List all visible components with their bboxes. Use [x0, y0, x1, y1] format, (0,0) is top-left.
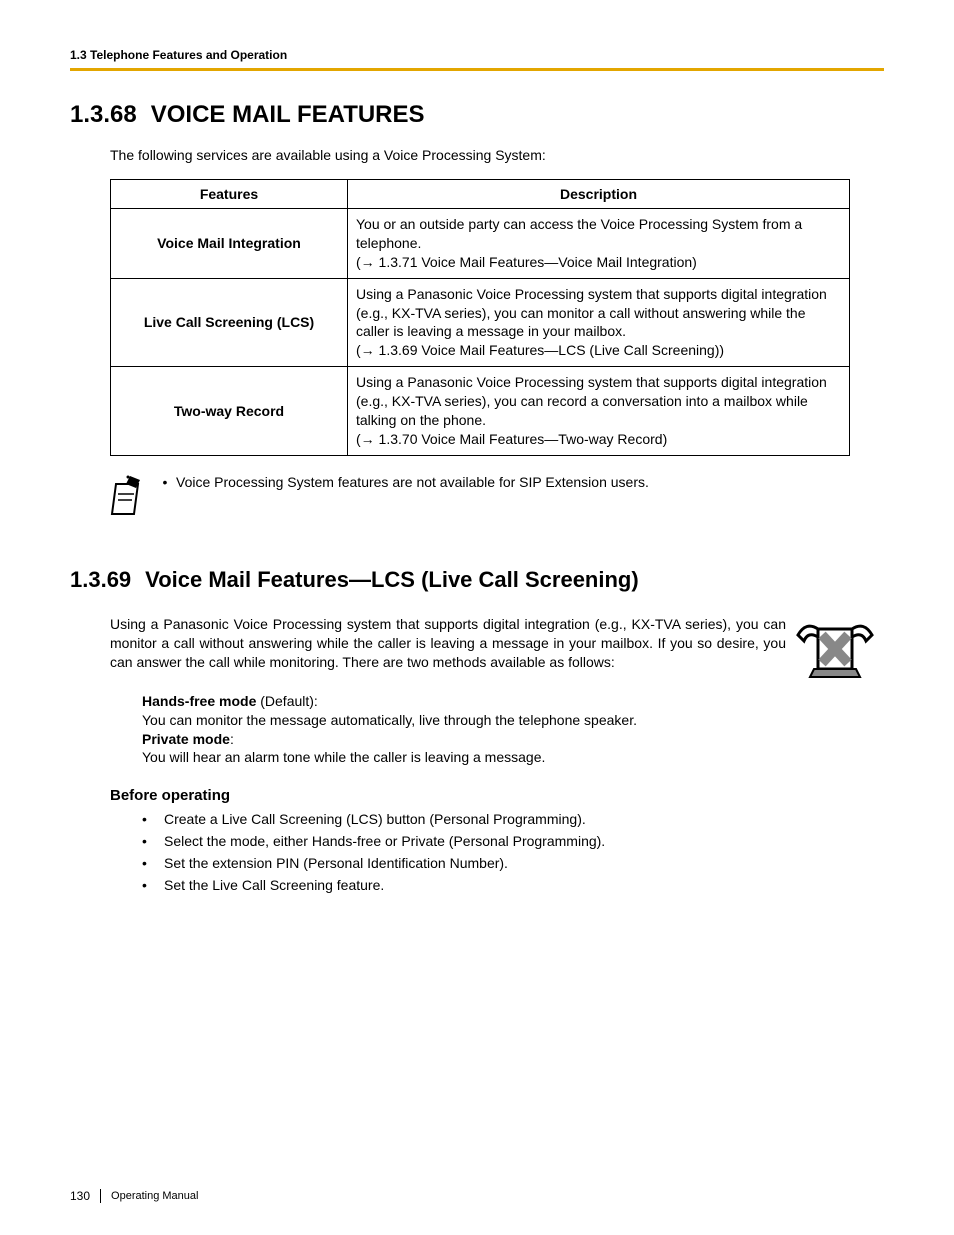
before-operating-head: Before operating — [110, 787, 884, 804]
note-block: •Voice Processing System features are no… — [110, 474, 884, 521]
table-row: Two-way Record Using a Panasonic Voice P… — [111, 367, 850, 456]
list-item: Select the mode, either Hands-free or Pr… — [142, 830, 884, 852]
feature-name: Live Call Screening (LCS) — [111, 278, 348, 367]
mode1-text: You can monitor the message automaticall… — [142, 711, 884, 730]
heading-title: Voice Mail Features—LCS (Live Call Scree… — [145, 567, 639, 592]
list-item: Set the Live Call Screening feature. — [142, 874, 884, 896]
before-operating-list: Create a Live Call Screening (LCS) butto… — [142, 808, 884, 896]
running-header: 1.3 Telephone Features and Operation — [70, 48, 884, 62]
lcs-paragraph: Using a Panasonic Voice Processing syste… — [110, 615, 786, 684]
feature-desc: Using a Panasonic Voice Processing syste… — [348, 367, 850, 456]
heading-number: 1.3.69 — [70, 567, 131, 593]
mode1-label: Hands-free mode — [142, 693, 256, 709]
lcs-block: Using a Panasonic Voice Processing syste… — [110, 615, 884, 684]
feature-ref[interactable]: (→ 1.3.69 Voice Mail Features—LCS (Live … — [356, 342, 724, 358]
col-features: Features — [111, 180, 348, 209]
notepad-icon — [110, 474, 150, 521]
heading-1368: 1.3.68 VOICE MAIL FEATURES — [70, 101, 884, 129]
list-item: Create a Live Call Screening (LCS) butto… — [142, 808, 884, 830]
page-footer: 130 Operating Manual — [70, 1189, 198, 1203]
table-row: Live Call Screening (LCS) Using a Panaso… — [111, 278, 850, 367]
feature-name: Voice Mail Integration — [111, 209, 348, 279]
list-item: Set the extension PIN (Personal Identifi… — [142, 852, 884, 874]
mode2-text: You will hear an alarm tone while the ca… — [142, 748, 884, 767]
feature-ref[interactable]: (→ 1.3.71 Voice Mail Features—Voice Mail… — [356, 254, 697, 270]
answering-machine-icon — [786, 615, 884, 684]
note-text: Voice Processing System features are not… — [176, 474, 649, 490]
feature-name: Two-way Record — [111, 367, 348, 456]
doc-title: Operating Manual — [111, 1190, 198, 1202]
table-row: Voice Mail Integration You or an outside… — [111, 209, 850, 279]
heading-number: 1.3.68 — [70, 101, 137, 129]
feature-ref[interactable]: (→ 1.3.70 Voice Mail Features—Two-way Re… — [356, 431, 667, 447]
col-description: Description — [348, 180, 850, 209]
page-number: 130 — [70, 1189, 101, 1203]
heading-1369: 1.3.69 Voice Mail Features—LCS (Live Call… — [70, 567, 884, 593]
intro-paragraph: The following services are available usi… — [110, 147, 884, 163]
header-rule — [70, 68, 884, 71]
page: 1.3 Telephone Features and Operation 1.3… — [0, 0, 954, 1235]
features-table: Features Description Voice Mail Integrat… — [110, 179, 850, 456]
heading-title: VOICE MAIL FEATURES — [151, 101, 425, 128]
feature-desc: Using a Panasonic Voice Processing syste… — [348, 278, 850, 367]
feature-desc: You or an outside party can access the V… — [348, 209, 850, 279]
mode2-label: Private mode — [142, 731, 230, 747]
modes-block: Hands-free mode (Default): You can monit… — [142, 692, 884, 768]
